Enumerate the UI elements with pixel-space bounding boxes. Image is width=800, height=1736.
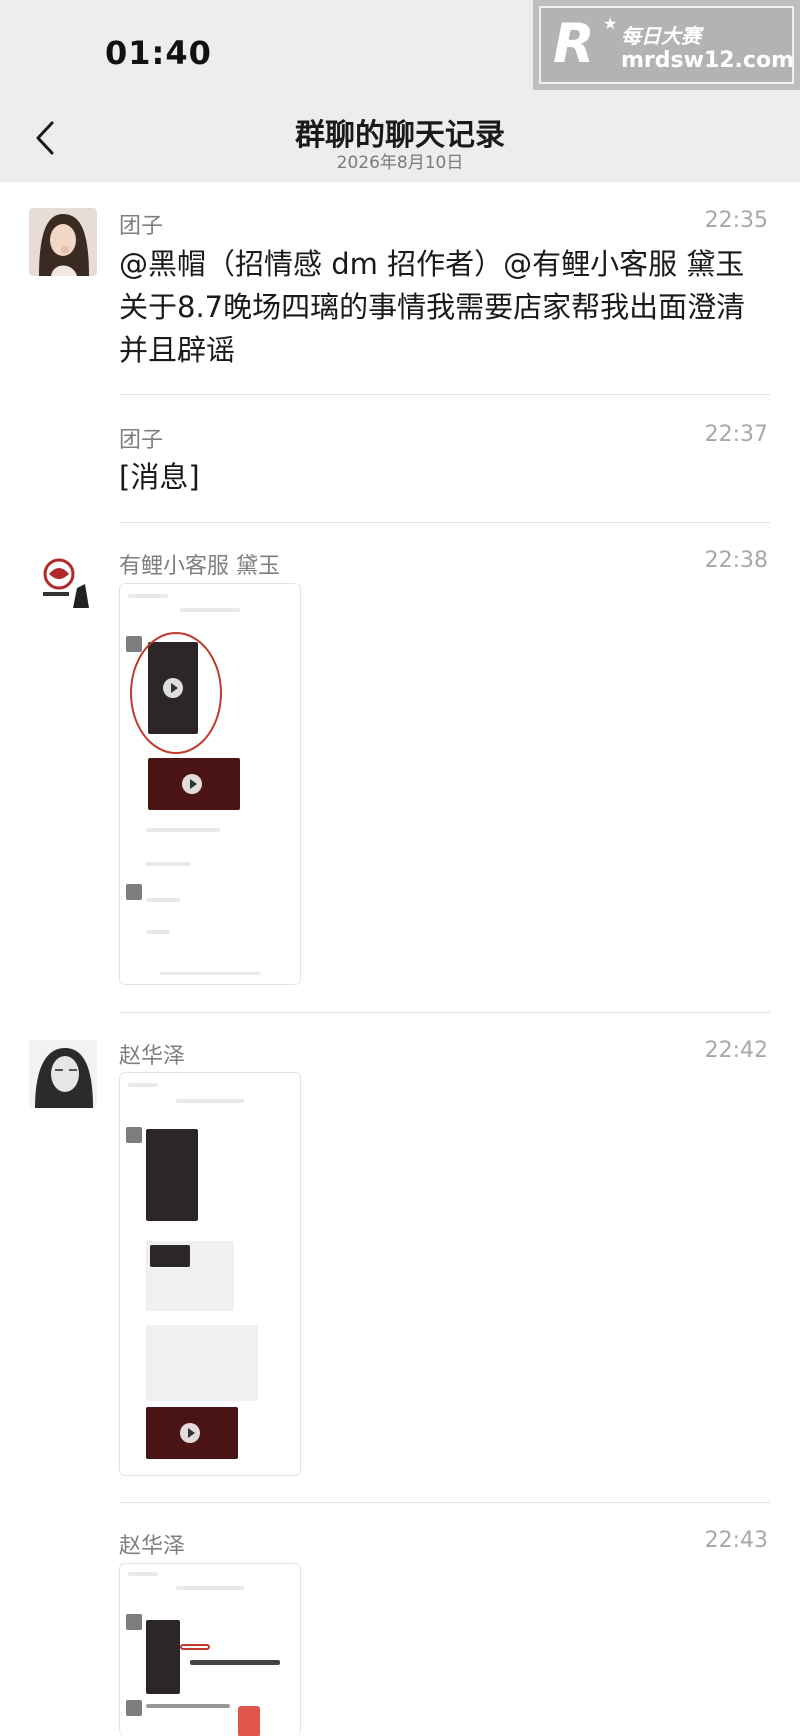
sender-name: 有鲤小客服 黛玉 [119,554,280,579]
mini-title [176,1099,244,1103]
screenshot-image[interactable] [119,583,301,985]
mini-title [176,1586,244,1590]
mini-video [150,1245,190,1267]
watermark-url: mrdsw12.com [621,48,794,73]
star-icon: ★ [603,14,618,33]
watermark-brand: 每日大赛 [621,24,701,48]
message-time: 22:35 [704,208,768,233]
message-text: @黑帽（招情感 dm 招作者）@有鲤小客服 黛玉 关于8.7晚场四璃的事情我需要… [119,247,746,367]
mini-navbar [160,972,260,975]
mini-video [146,1129,198,1221]
message-text[interactable]: [消息] [119,456,771,499]
shop-logo-icon [29,548,97,616]
mini-text-line [146,862,190,866]
user-photo-icon [29,208,97,276]
mini-card [146,1325,258,1401]
watermark-logo: R [553,12,595,75]
play-icon [180,1423,200,1443]
message-time: 22:43 [704,1528,768,1553]
mini-avatar [126,1127,142,1143]
screenshot-image[interactable] [119,1072,301,1476]
mini-video [148,758,240,810]
mini-title [180,608,240,612]
mini-avatar [126,1614,142,1630]
watermark: R ★ 每日大赛 mrdsw12.com [533,0,800,90]
mini-status [128,594,168,598]
mini-video [146,1620,180,1694]
screenshot-image[interactable] [119,1563,301,1736]
divider [119,1502,770,1503]
avatar[interactable] [29,1040,97,1108]
message-time: 22:37 [704,422,768,447]
play-icon [182,774,202,794]
mini-avatar [126,636,142,652]
mini-avatar [126,884,142,900]
mini-badge [238,1706,260,1736]
sender-name: 团子 [119,428,164,453]
mini-status [128,1083,158,1087]
nav-bar: 群聊的聊天记录 2026年8月10日 [0,92,800,182]
mini-status [128,1572,158,1576]
divider [119,394,770,395]
avatar[interactable] [29,208,97,276]
sender-name: 赵华泽 [119,1534,186,1559]
divider [119,1012,770,1013]
highlight-arrow [180,1644,210,1650]
avatar[interactable] [29,548,97,616]
divider [119,522,770,523]
mini-text-line [146,828,220,832]
user-sketch-icon [29,1040,97,1108]
mini-text-line [146,1704,230,1708]
page-subtitle: 2026年8月10日 [336,153,464,173]
highlight-circle [130,632,222,754]
message-time: 22:42 [704,1038,768,1063]
sender-name: 团子 [119,214,164,239]
mini-video [146,1407,238,1459]
mini-text-line [146,930,170,934]
mini-text-line [190,1660,280,1665]
watermark-frame: R ★ 每日大赛 mrdsw12.com [539,6,794,84]
mini-avatar [126,1700,142,1716]
sender-name: 赵华泽 [119,1044,186,1069]
mini-text-line [146,898,180,902]
message-time: 22:38 [704,548,768,573]
status-time: 01:40 [105,34,212,72]
